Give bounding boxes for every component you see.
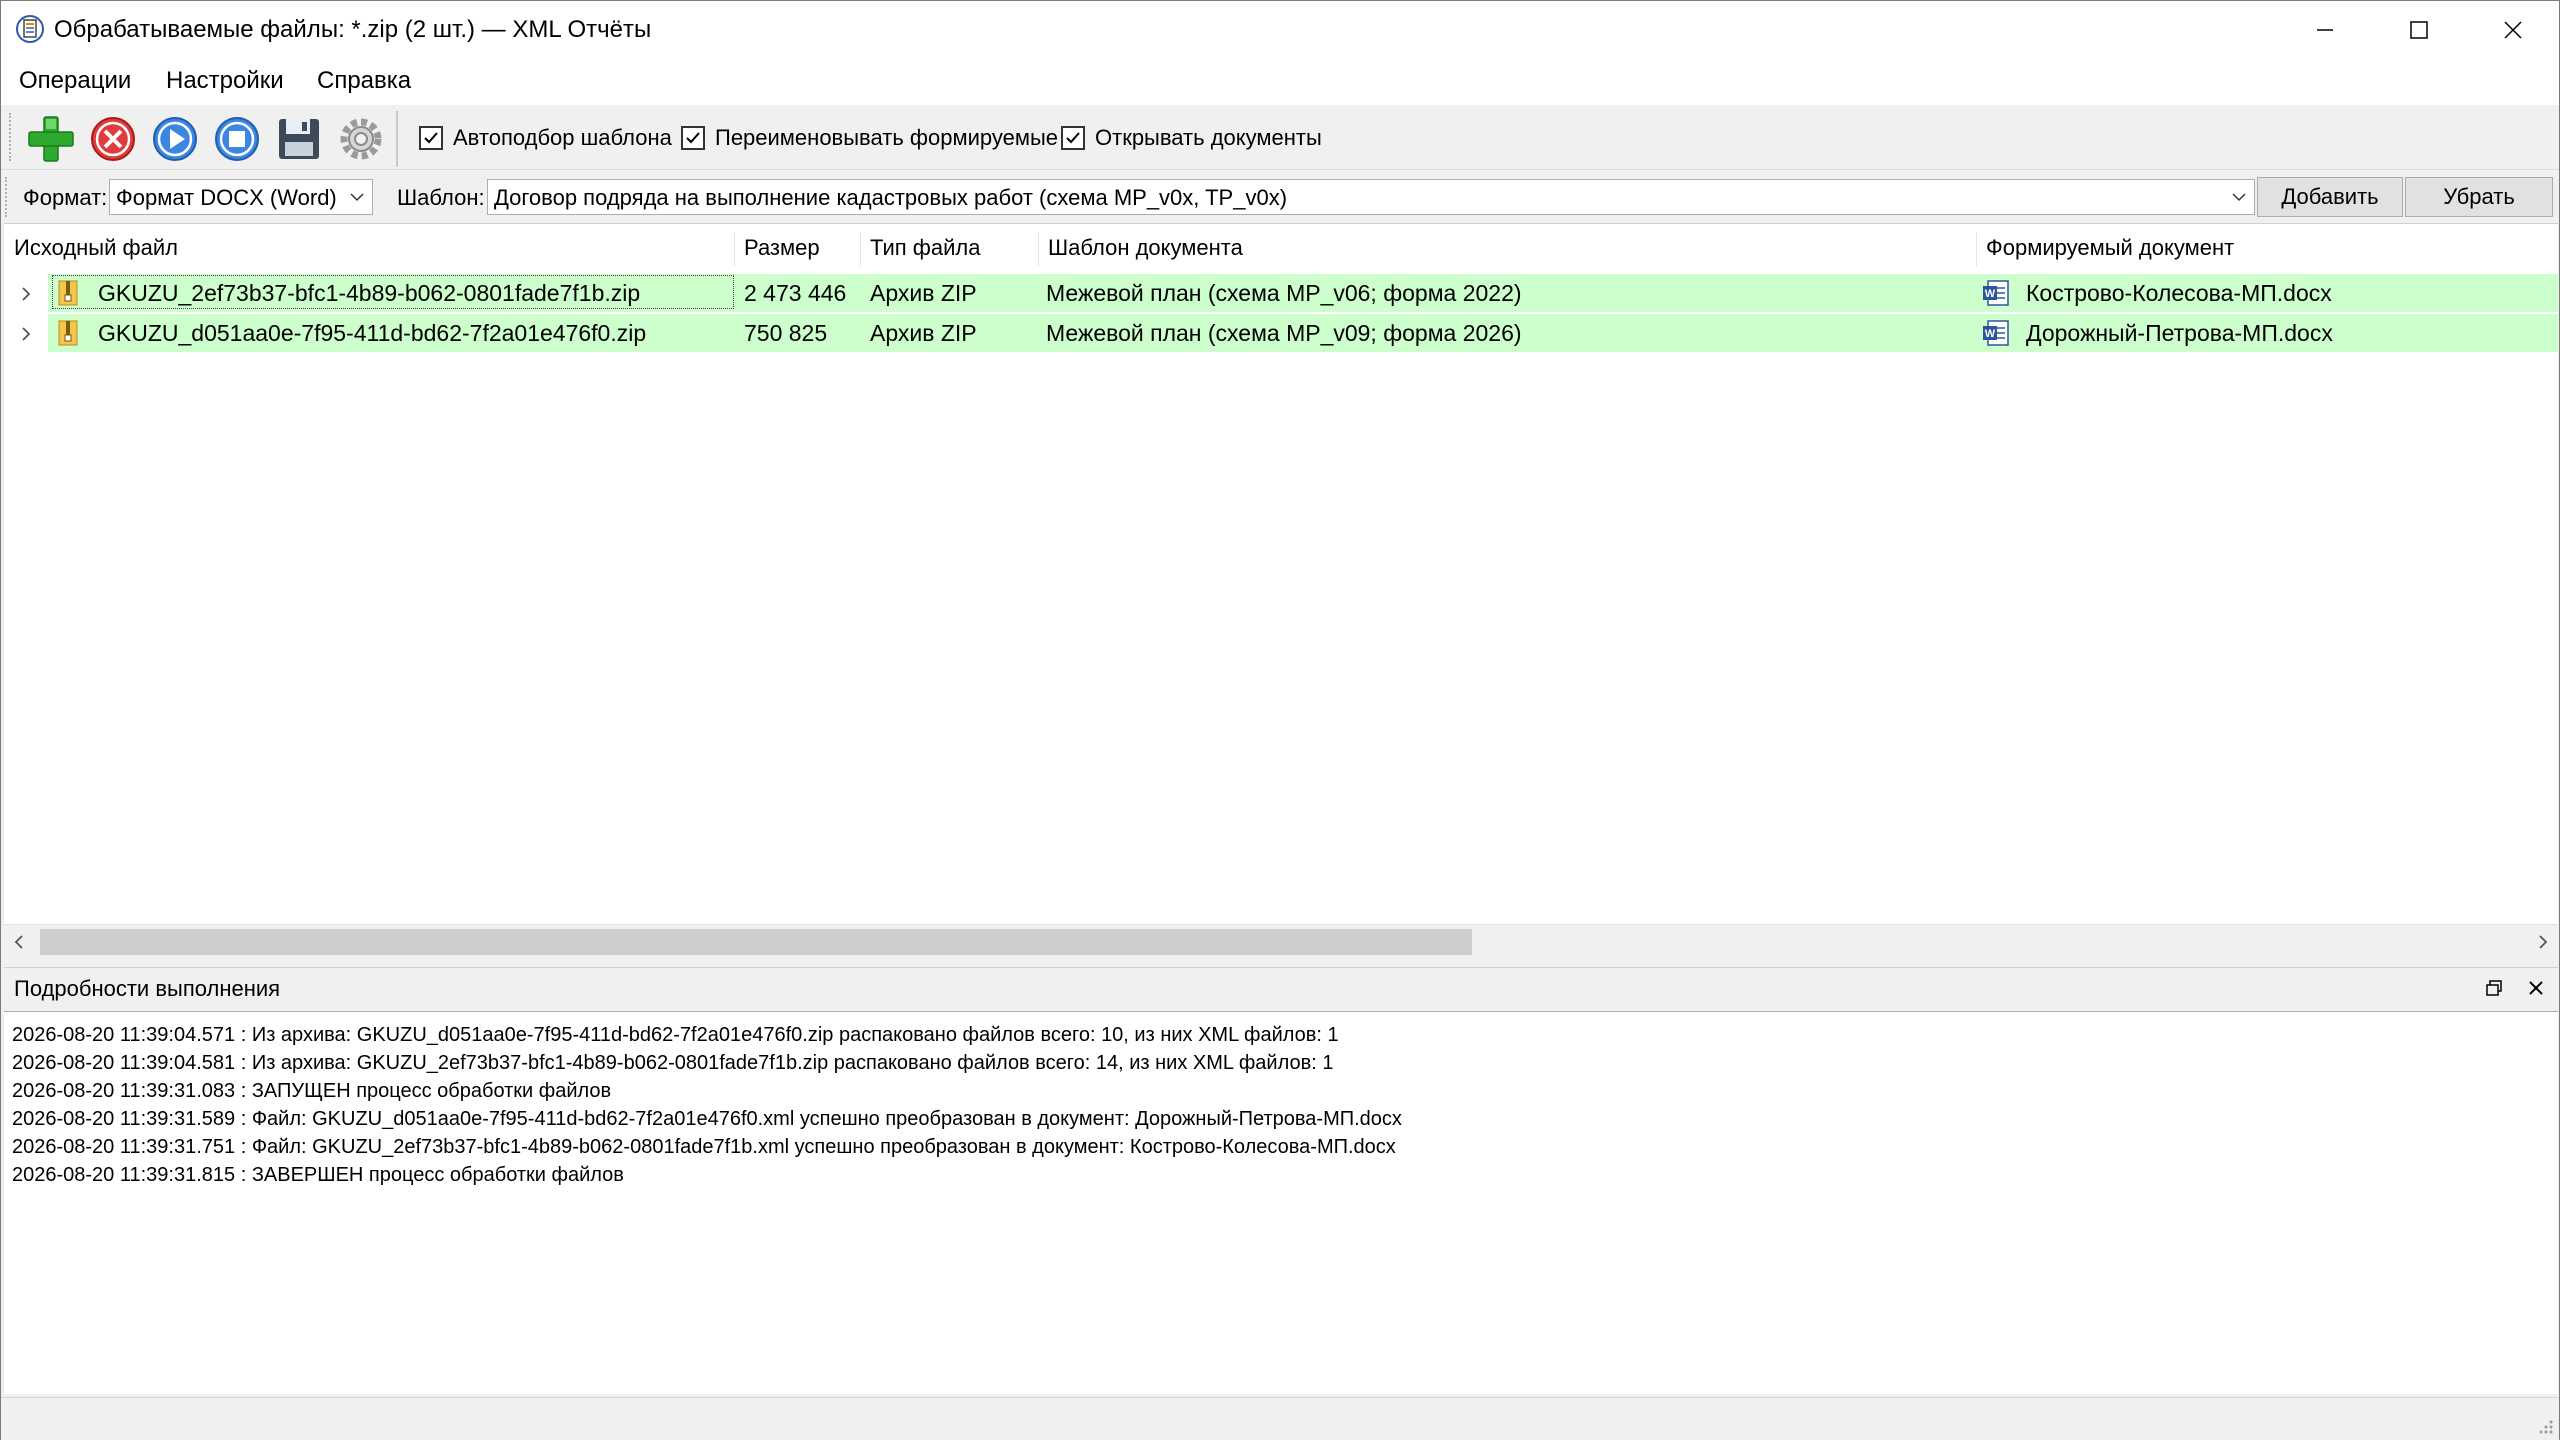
main-window: Обрабатываемые файлы: *.zip (2 шт.) — XM… [0, 0, 2560, 1440]
chevron-down-icon [350, 193, 364, 202]
format-label: Формат: [23, 185, 108, 210]
template-select-value: Договор подряда на выполнение кадастровы… [494, 185, 1288, 210]
close-icon [2504, 21, 2522, 39]
resize-grip-icon[interactable] [2535, 1416, 2555, 1436]
menu-operations[interactable]: Операции [15, 67, 135, 95]
file-type: Архив ZIP [870, 320, 977, 346]
template-label: Шаблон: [397, 185, 485, 210]
close-button[interactable] [2467, 1, 2559, 59]
xml-app-icon [16, 15, 44, 43]
format-select[interactable]: Формат DOCX (Word) [109, 179, 373, 215]
settings-gear-icon [340, 118, 382, 160]
log-line: 2026-08-20 11:39:31.815 : ЗАВЕРШЕН проце… [12, 1164, 624, 1186]
scroll-left-icon[interactable] [8, 931, 30, 953]
scrollbar-thumb[interactable] [40, 929, 1472, 955]
log-line: 2026-08-20 11:39:31.589 : Файл: GKUZU_d0… [12, 1108, 1402, 1130]
delete-button[interactable] [85, 111, 141, 167]
checkmark-icon [686, 132, 700, 144]
toolbar-separator [396, 111, 398, 167]
output-document-name: Кострово-Колесова-МП.docx [2026, 280, 2332, 306]
auto-template-checkbox[interactable]: Автоподбор шаблона [419, 123, 672, 153]
format-select-value: Формат DOCX (Word) [116, 185, 337, 210]
checkmark-icon [424, 132, 438, 144]
table-row[interactable]: GKUZU_2ef73b37-bfc1-4b89-b062-0801fade7f… [48, 274, 2558, 312]
menu-settings[interactable]: Настройки [162, 67, 288, 95]
svg-text:W: W [1985, 288, 1996, 300]
open-documents-checkbox[interactable]: Открывать документы [1061, 123, 1322, 153]
chevron-right-icon[interactable] [16, 324, 36, 344]
settings-button[interactable] [333, 111, 389, 167]
output-document-name: Дорожный-Петрова-МП.docx [2026, 320, 2333, 346]
file-list[interactable]: Исходный файл Размер Тип файла Шаблон до… [4, 223, 2558, 959]
column-header-type[interactable]: Тип файла [860, 224, 1038, 272]
table-row[interactable]: GKUZU_d051aa0e-7f95-411d-bd62-7f2a01e476… [48, 314, 2558, 352]
log-line: 2026-08-20 11:39:31.751 : Файл: GKUZU_2e… [12, 1136, 1396, 1158]
template-name: Межевой план (схема MP_v06; форма 2022) [1046, 280, 1522, 306]
log-panel-title: Подробности выполнения [14, 976, 281, 1001]
save-button[interactable] [271, 111, 327, 167]
open-documents-label: Открывать документы [1095, 125, 1322, 150]
log-line: 2026-08-20 11:39:04.571 : Из архива: GKU… [12, 1024, 1339, 1046]
chevron-down-icon [2232, 193, 2246, 202]
window-title: Обрабатываемые файлы: *.zip (2 шт.) — XM… [54, 16, 652, 43]
template-name: Межевой план (схема MP_v09; форма 2026) [1046, 320, 1522, 346]
auto-template-label: Автоподбор шаблона [453, 125, 672, 150]
stop-button[interactable] [209, 111, 265, 167]
source-file-name: GKUZU_2ef73b37-bfc1-4b89-b062-0801fade7f… [98, 280, 641, 306]
status-bar [1, 1397, 2559, 1440]
zip-archive-icon [58, 280, 78, 306]
menu-bar: Операции Настройки Справка [1, 59, 2559, 105]
format-bar-grip[interactable] [5, 177, 11, 217]
template-select[interactable]: Договор подряда на выполнение кадастровы… [487, 179, 2255, 215]
add-icon [28, 116, 74, 162]
remove-template-button[interactable]: Убрать [2405, 177, 2553, 217]
toolbar: Автоподбор шаблона Переименовывать форми… [1, 105, 2559, 170]
chevron-right-icon[interactable] [16, 284, 36, 304]
log-panel[interactable]: 2026-08-20 11:39:04.571 : Из архива: GKU… [4, 1011, 2558, 1394]
word-document-icon: W [1983, 280, 2009, 306]
play-icon [153, 117, 197, 161]
log-line: 2026-08-20 11:39:31.083 : ЗАПУЩЕН процес… [12, 1080, 612, 1102]
word-document-icon: W [1983, 320, 2009, 346]
column-header-source[interactable]: Исходный файл [4, 224, 734, 272]
add-template-button[interactable]: Добавить [2257, 177, 2403, 217]
file-type: Архив ZIP [870, 280, 977, 306]
column-header-size[interactable]: Размер [734, 224, 860, 272]
checkbox-box[interactable] [419, 126, 443, 150]
scroll-right-icon[interactable] [2532, 931, 2554, 953]
svg-text:W: W [1985, 328, 1996, 340]
save-icon [279, 119, 319, 159]
source-file-name: GKUZU_d051aa0e-7f95-411d-bd62-7f2a01e476… [98, 320, 647, 346]
minimize-button[interactable] [2279, 1, 2371, 59]
stop-icon [215, 117, 259, 161]
close-panel-icon[interactable] [2526, 978, 2546, 998]
minimize-icon [2317, 29, 2333, 31]
restore-panel-icon[interactable] [2484, 978, 2504, 998]
log-panel-header: Подробности выполнения [4, 967, 2558, 1008]
toolbar-grip[interactable] [9, 113, 15, 161]
checkbox-box[interactable] [681, 126, 705, 150]
start-button[interactable] [147, 111, 203, 167]
checkbox-box[interactable] [1061, 126, 1085, 150]
zip-archive-icon [58, 320, 78, 346]
delete-icon [91, 117, 135, 161]
checkmark-icon [1066, 132, 1080, 144]
column-header-template[interactable]: Шаблон документа [1038, 224, 1976, 272]
horizontal-scrollbar[interactable] [4, 924, 2558, 959]
format-bar: Формат: Формат DOCX (Word) Шаблон: Догов… [1, 171, 2559, 221]
rename-output-label: Переименовывать формируемые [715, 125, 1059, 150]
file-size: 2 473 446 [744, 280, 847, 306]
maximize-icon [2410, 21, 2428, 39]
column-header-output[interactable]: Формируемый документ [1976, 224, 2556, 272]
rename-output-checkbox[interactable]: Переименовывать формируемые [681, 123, 1058, 153]
add-files-button[interactable] [23, 111, 79, 167]
file-size: 750 825 [744, 320, 828, 346]
title-bar: Обрабатываемые файлы: *.zip (2 шт.) — XM… [1, 1, 2559, 59]
log-line: 2026-08-20 11:39:04.581 : Из архива: GKU… [12, 1052, 1334, 1074]
maximize-button[interactable] [2373, 1, 2465, 59]
menu-help[interactable]: Справка [313, 67, 415, 95]
